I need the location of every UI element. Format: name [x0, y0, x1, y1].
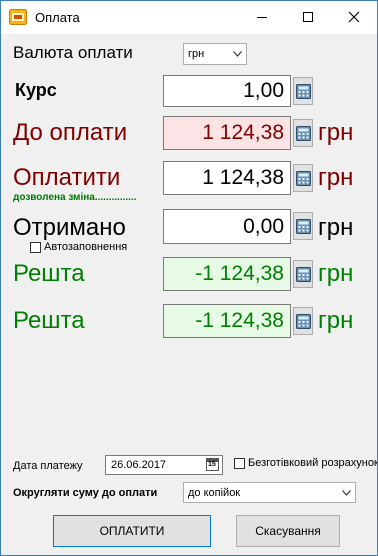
calendar-icon[interactable]: 15: [206, 458, 219, 471]
change-value: -1 124,38: [195, 262, 284, 285]
rounding-select-value: до копійок: [188, 486, 241, 499]
pay-label: Оплатити: [13, 164, 121, 191]
to-pay-value: 1 124,38: [202, 121, 284, 144]
change-2-value: -1 124,38: [195, 309, 284, 332]
autofill-label: Автозаповнення: [44, 241, 128, 253]
cashless-checkbox[interactable]: [234, 458, 245, 469]
pay-calculator-button[interactable]: [293, 164, 313, 192]
calculator-icon: [296, 84, 311, 99]
pay-unit: грн: [318, 164, 354, 191]
calculator-icon: [296, 126, 311, 141]
rounding-select[interactable]: до копійок: [183, 482, 356, 503]
calendar-icon-day: 15: [208, 461, 216, 468]
payment-date-field[interactable]: 26.06.2017 15: [105, 455, 223, 475]
change-calculator-button[interactable]: [293, 260, 313, 288]
change-2-calculator-button[interactable]: [293, 307, 313, 335]
close-icon: [348, 11, 360, 23]
chevron-down-icon: [233, 51, 242, 57]
minimize-icon: [257, 17, 267, 18]
payment-date-label: Дата платежу: [13, 460, 83, 472]
currency-select[interactable]: грн: [183, 43, 247, 65]
received-label: Отримано: [13, 214, 126, 241]
change-2-field: -1 124,38: [163, 304, 291, 338]
currency-label: Валюта оплати: [13, 43, 133, 62]
change-2-label: Решта: [13, 307, 85, 334]
pay-hint: дозволена зміна...............: [13, 192, 137, 203]
rate-field[interactable]: 1,00: [163, 75, 291, 107]
to-pay-unit: грн: [318, 119, 354, 146]
received-value: 0,00: [243, 214, 284, 238]
change-unit: грн: [318, 260, 354, 287]
chevron-down-icon: [342, 489, 351, 496]
to-pay-field: 1 124,38: [163, 116, 291, 150]
received-calculator-button[interactable]: [293, 212, 313, 240]
to-pay-label: До оплати: [13, 119, 128, 146]
close-button[interactable]: [331, 1, 377, 34]
window-title: Оплата: [35, 10, 80, 25]
rate-value: 1,00: [243, 79, 284, 102]
pay-value: 1 124,38: [202, 166, 284, 189]
autofill-checkbox[interactable]: [30, 242, 41, 253]
app-icon: [9, 9, 27, 25]
payment-date-value: 26.06.2017: [111, 459, 167, 471]
calculator-icon: [296, 314, 311, 329]
change-2-unit: грн: [318, 307, 354, 334]
payment-window: Оплата Валюта оплати грн Курс 1,00 До оп…: [0, 0, 378, 556]
calculator-icon: [296, 171, 311, 186]
change-label: Решта: [13, 260, 85, 287]
pay-button[interactable]: ОПЛАТИТИ: [53, 515, 211, 547]
title-bar: Оплата: [1, 1, 377, 34]
currency-select-value: грн: [188, 48, 205, 60]
calculator-icon: [296, 219, 311, 234]
calculator-icon: [296, 267, 311, 282]
received-field[interactable]: 0,00: [163, 209, 291, 244]
to-pay-calculator-button[interactable]: [293, 119, 313, 147]
minimize-button[interactable]: [239, 1, 285, 34]
rate-label: Курс: [15, 80, 57, 100]
change-field: -1 124,38: [163, 257, 291, 291]
maximize-button[interactable]: [285, 1, 331, 34]
maximize-icon: [303, 12, 313, 22]
rate-calculator-button[interactable]: [293, 77, 313, 105]
cancel-button[interactable]: Скасування: [236, 515, 340, 547]
pay-field[interactable]: 1 124,38: [163, 161, 291, 195]
received-unit: грн: [318, 214, 354, 241]
cashless-label: Безготівковий розрахунок: [248, 457, 378, 469]
rounding-label: Округляти суму до оплати: [13, 487, 158, 499]
